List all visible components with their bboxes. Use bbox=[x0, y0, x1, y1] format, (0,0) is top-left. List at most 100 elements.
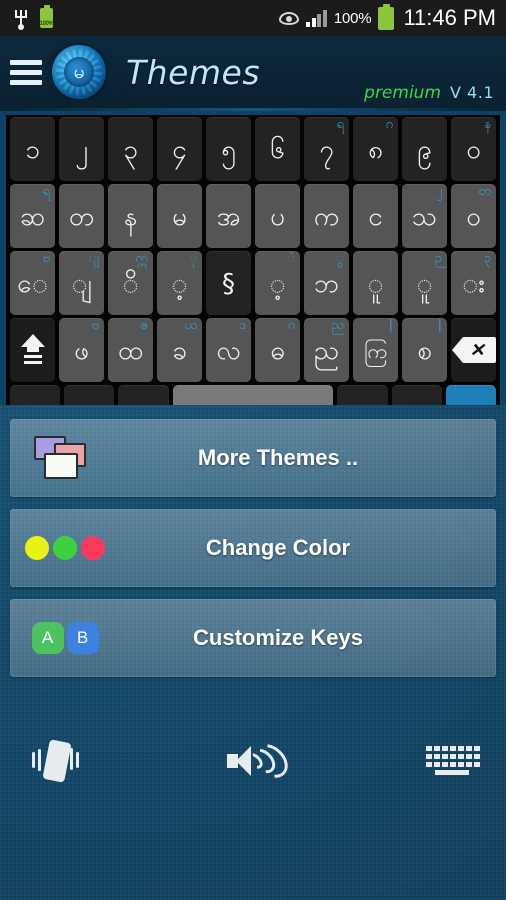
keyboard-key[interactable]: | ကြ bbox=[353, 318, 398, 382]
keyboard-key[interactable]: ဒလ bbox=[206, 318, 251, 382]
keyboard-key[interactable]: ၃ bbox=[108, 117, 153, 181]
key-label: ူ bbox=[416, 269, 433, 299]
key-label: ့ bbox=[171, 269, 188, 299]
keyboard-key[interactable] bbox=[118, 385, 169, 405]
key-label: း bbox=[462, 269, 485, 299]
usb-icon bbox=[14, 8, 28, 30]
keyboard-key[interactable]: ွဘ bbox=[304, 251, 349, 315]
version-label: V 4.1 bbox=[450, 83, 494, 102]
keyboard-key[interactable]: င bbox=[353, 184, 398, 248]
keyboard-key[interactable]: ၉ bbox=[402, 117, 447, 181]
keyboard-key[interactable]: ျျ bbox=[59, 251, 104, 315]
key-label: ့ bbox=[269, 269, 286, 299]
keyboard-key[interactable]: ၁ bbox=[10, 117, 55, 181]
enter-key[interactable] bbox=[445, 385, 496, 405]
keyboard-key[interactable]: | စ bbox=[402, 318, 447, 382]
color-dot bbox=[81, 536, 105, 560]
key-label: မ bbox=[172, 202, 187, 232]
keyboard-key[interactable] bbox=[10, 385, 61, 405]
status-bar-left: 100% bbox=[14, 5, 54, 30]
keyboard-key[interactable]: ၂သ bbox=[402, 184, 447, 248]
keyboard-key[interactable]: ၆ bbox=[255, 117, 300, 181]
keyboard-row-partial bbox=[10, 385, 496, 405]
keyboard-key[interactable]: ဂ၈ bbox=[353, 117, 398, 181]
keyboard-key[interactable]: § bbox=[206, 251, 251, 315]
key-superscript: ဇ bbox=[140, 318, 148, 333]
keyboard-key[interactable]: ရဆ bbox=[10, 184, 55, 248]
key-superscript: ဂ bbox=[287, 318, 295, 333]
key-label: ၈ bbox=[368, 135, 383, 165]
key-label: ၀ bbox=[466, 135, 481, 165]
keyboard-key[interactable]: န၀ bbox=[451, 117, 496, 181]
keyboard-key[interactable]: ဉူ bbox=[402, 251, 447, 315]
keyboard-key[interactable]: ု့ bbox=[157, 251, 202, 315]
key-superscript: ဂ bbox=[385, 117, 393, 132]
keyboard-toggle[interactable] bbox=[358, 745, 480, 777]
key-label: ည bbox=[313, 336, 340, 366]
key-label: စ bbox=[417, 336, 432, 366]
keyboard-key[interactable]: ဇထ bbox=[108, 318, 153, 382]
themes-stack-icon bbox=[10, 436, 120, 480]
keyboard-keys-container[interactable]: ၁၂၃၄၅၆ရ၇ဂ၈၉န၀ရဆတနမအပကင၂သတဝဗေျျဣို့ §ဲ့ွဘူ… bbox=[6, 115, 500, 405]
keyboard-row: ရဆတနမအပကင၂သတဝ bbox=[10, 184, 496, 248]
key-superscript: | bbox=[437, 318, 442, 333]
key-superscript: ဣ bbox=[135, 251, 148, 266]
keyboard-key[interactable]: ဗေ bbox=[10, 251, 55, 315]
keyboard-row: ဗေျျဣို့ §ဲ့ွဘူဉူ၃း bbox=[10, 251, 496, 315]
key-label: က bbox=[313, 202, 340, 232]
keyboard-key[interactable]: ရ၇ bbox=[304, 117, 349, 181]
key-label: ၇ bbox=[319, 135, 334, 165]
ab-keys-icon: A B bbox=[10, 622, 120, 654]
backspace-icon[interactable]: ✕ bbox=[451, 318, 496, 382]
keyboard-key[interactable]: တ bbox=[59, 184, 104, 248]
key-superscript: ဒ bbox=[239, 318, 246, 333]
customize-keys-button[interactable]: A B Customize Keys bbox=[10, 599, 496, 677]
sound-toggle[interactable] bbox=[148, 737, 358, 785]
status-bar-right: 100% 11:46 PM bbox=[279, 3, 496, 31]
shift-icon[interactable] bbox=[10, 318, 55, 382]
keyboard-key[interactable]: ညည bbox=[304, 318, 349, 382]
keyboard-key[interactable] bbox=[64, 385, 115, 405]
premium-badge: premium bbox=[364, 83, 442, 103]
change-color-button[interactable]: Change Color bbox=[10, 509, 496, 587]
key-superscript: တ bbox=[478, 184, 491, 199]
key-label: ခ bbox=[172, 336, 187, 366]
keyboard-key[interactable]: န bbox=[108, 184, 153, 248]
key-superscript: ဗ bbox=[91, 318, 99, 333]
keyboard-key[interactable]: ဂဓ bbox=[255, 318, 300, 382]
keyboard-key[interactable]: တဝ bbox=[451, 184, 496, 248]
key-superscript: ွ bbox=[335, 251, 344, 266]
keyboard-key[interactable]: ယခ bbox=[157, 318, 202, 382]
version-info: premium V 4.1 bbox=[364, 83, 494, 103]
keyboard-key[interactable] bbox=[391, 385, 442, 405]
keyboard-key[interactable]: ၅ bbox=[206, 117, 251, 181]
keyboard-key[interactable]: ဣိ bbox=[108, 251, 153, 315]
app-logo-glyph: မ bbox=[73, 60, 85, 83]
keyboard-key[interactable]: ဲ့ bbox=[255, 251, 300, 315]
status-bar: 100% 100% 11:46 PM bbox=[0, 0, 506, 36]
key-label: လ bbox=[216, 336, 241, 366]
key-label: ဆ bbox=[19, 202, 46, 232]
color-dot bbox=[25, 536, 49, 560]
key-superscript: ၂ bbox=[435, 184, 442, 199]
keyboard-key[interactable]: ၄ bbox=[157, 117, 202, 181]
options-list: More Themes .. Change Color A B Customiz… bbox=[0, 405, 506, 677]
keyboard-key[interactable]: ဗဖ bbox=[59, 318, 104, 382]
key-a-icon: A bbox=[31, 622, 64, 654]
keyboard-key[interactable]: က bbox=[304, 184, 349, 248]
keyboard-key[interactable]: ၂ bbox=[59, 117, 104, 181]
hamburger-menu-icon[interactable] bbox=[10, 59, 42, 85]
keyboard-key[interactable]: ပ bbox=[255, 184, 300, 248]
keyboard-row: ၁၂၃၄၅၆ရ၇ဂ၈၉န၀ bbox=[10, 117, 496, 181]
keyboard-key[interactable] bbox=[337, 385, 388, 405]
keyboard-key[interactable]: ူ bbox=[353, 251, 398, 315]
keyboard-key[interactable]: အ bbox=[206, 184, 251, 248]
space-key[interactable] bbox=[172, 385, 334, 405]
color-dot bbox=[53, 536, 77, 560]
keyboard-key[interactable]: ၃း bbox=[451, 251, 496, 315]
vibrate-toggle[interactable] bbox=[28, 739, 148, 783]
more-themes-button[interactable]: More Themes .. bbox=[10, 419, 496, 497]
keyboard-key[interactable]: မ bbox=[157, 184, 202, 248]
key-label: သ bbox=[411, 202, 438, 232]
color-dots-icon bbox=[10, 536, 120, 560]
